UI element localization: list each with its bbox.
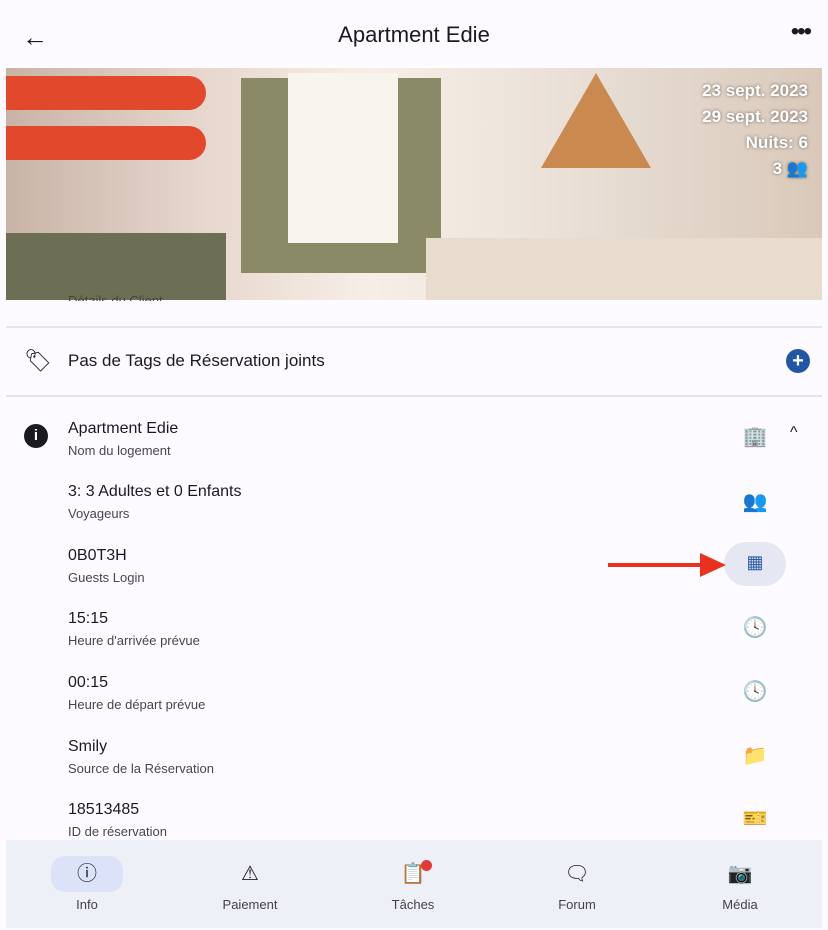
ticket-icon: 🎫: [742, 808, 768, 830]
decor: [541, 73, 651, 168]
tags-row[interactable]: 🏷 Pas de Tags de Réservation joints +: [0, 330, 828, 394]
people-icon: 👥: [786, 159, 808, 178]
detail-value: Smily: [68, 738, 108, 755]
guests-count: 3: [772, 159, 783, 178]
detail-row-login: 0B0T3H Guests Login ▦: [0, 537, 828, 587]
detail-label: Heure d'arrivée prévue: [68, 633, 200, 648]
section-label: Détails du Client: [68, 293, 163, 301]
people-icon: 👥: [742, 491, 768, 513]
divider: [6, 395, 822, 397]
detail-value: 0B0T3H: [68, 547, 127, 564]
detail-value: Apartment Edie: [68, 420, 179, 437]
notification-badge: [421, 860, 432, 871]
checkout-date: 29 sept. 2023: [702, 107, 808, 126]
detail-row-guests: 3: 3 Adultes et 0 Enfants Voyageurs 👥: [0, 473, 828, 523]
decor: [426, 238, 822, 300]
nav-paiement[interactable]: ⚠ Paiement: [180, 840, 320, 928]
detail-row-id: 18513485 ID de réservation 🎫: [0, 791, 828, 841]
detail-value: 3: 3 Adultes et 0 Enfants: [68, 483, 242, 500]
detail-row-source: Smily Source de la Réservation 📁: [0, 728, 828, 778]
stay-summary: 23 sept. 2023 29 sept. 2023 Nuits: 6 3 👥: [702, 78, 808, 182]
add-circle-icon[interactable]: +: [786, 349, 810, 373]
checkin-date: 23 sept. 2023: [702, 81, 808, 100]
bottom-navigation: ⓘ Info ⚠ Paiement 📋 Tâches 🗨 Forum 📷 Méd…: [6, 840, 822, 928]
warning-icon: ⚠: [241, 863, 259, 885]
decor: [6, 76, 206, 110]
detail-value: 00:15: [68, 674, 109, 691]
nav-info[interactable]: ⓘ Info: [17, 840, 157, 928]
nav-label: Média: [722, 897, 758, 912]
nav-media[interactable]: 📷 Média: [670, 840, 810, 928]
detail-row-departure[interactable]: 00:15 Heure de départ prévue 🕓: [0, 664, 828, 714]
detail-label: Voyageurs: [68, 506, 130, 521]
qr-code-icon[interactable]: ▦: [740, 552, 770, 573]
detail-label: Heure de départ prévue: [68, 697, 206, 712]
nav-taches[interactable]: 📋 Tâches: [343, 840, 483, 928]
nav-forum[interactable]: 🗨 Forum: [507, 840, 647, 928]
nav-label: Paiement: [222, 897, 278, 912]
decor: [6, 126, 206, 160]
divider: [6, 326, 822, 328]
folder-icon: 📁: [742, 745, 768, 767]
detail-label: Source de la Réservation: [68, 761, 214, 776]
more-horiz-icon[interactable]: •••: [791, 18, 812, 46]
detail-label: Nom du logement: [68, 443, 171, 458]
detail-row-arrival[interactable]: 15:15 Heure d'arrivée prévue 🕓: [0, 600, 828, 650]
app-bar: ← Apartment Edie •••: [0, 0, 828, 68]
clock-icon[interactable]: 🕓: [740, 679, 770, 704]
nav-label: Forum: [558, 897, 596, 912]
detail-label: Guests Login: [68, 570, 145, 585]
camera-icon: 📷: [727, 863, 753, 885]
tags-label: Pas de Tags de Réservation joints: [68, 351, 325, 370]
nav-label: Info: [76, 897, 98, 912]
decor: [288, 73, 398, 243]
page-title: Apartment Edie: [338, 22, 490, 47]
nights-count: Nuits: 6: [745, 133, 808, 152]
nav-label: Tâches: [391, 897, 435, 912]
info-icon: ⓘ: [51, 856, 123, 892]
chevron-up-icon[interactable]: ^: [790, 424, 798, 442]
detail-row-property[interactable]: i Apartment Edie Nom du logement 🏢 ^: [0, 410, 828, 460]
assignment-icon: 📋: [400, 863, 426, 885]
apartment-icon[interactable]: 🏢: [740, 424, 770, 449]
detail-value: 15:15: [68, 610, 109, 627]
clock-icon[interactable]: 🕓: [740, 615, 770, 640]
chat-icon: 🗨: [564, 863, 590, 885]
property-photo: 23 sept. 2023 29 sept. 2023 Nuits: 6 3 👥: [6, 68, 822, 300]
detail-value: 18513485: [68, 801, 140, 818]
tag-icon: 🏷: [24, 348, 52, 373]
detail-label: ID de réservation: [68, 824, 167, 839]
decor: [6, 233, 226, 300]
info-icon: i: [24, 424, 48, 448]
